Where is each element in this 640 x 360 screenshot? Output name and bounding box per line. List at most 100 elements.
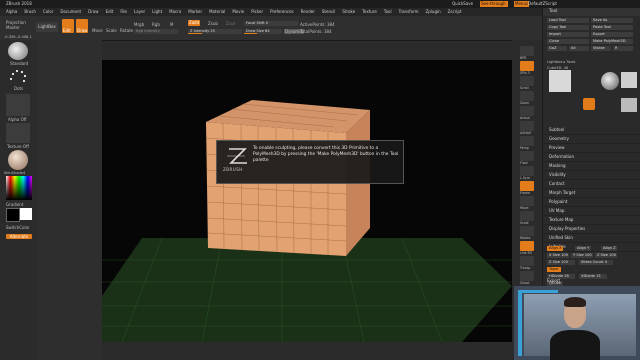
align-x-button[interactable]: Align X: [547, 246, 563, 251]
menu-document[interactable]: Document: [60, 9, 81, 14]
y-size-slider[interactable]: Y Size 100: [571, 253, 593, 258]
submenu-visibility[interactable]: Visibility: [543, 171, 640, 180]
projection-master-button[interactable]: Projection Master: [6, 20, 30, 30]
submenu-morph-target[interactable]: Morph Target: [543, 189, 640, 198]
focal-shift-slider[interactable]: Focal Shift 0: [244, 21, 298, 26]
shelf-frame-button[interactable]: Frame: [520, 181, 534, 195]
tool-export-button[interactable]: Export: [591, 32, 633, 37]
current-tool-thumb[interactable]: [549, 70, 571, 92]
menu-macro[interactable]: Macro: [169, 9, 181, 14]
polymesh-thumb[interactable]: [621, 72, 637, 88]
lightbox-button[interactable]: LightBox: [36, 22, 58, 32]
align-y-button[interactable]: Align Y: [575, 246, 591, 251]
see-through-slider[interactable]: See-through: [480, 1, 508, 7]
menu-picker[interactable]: Picker: [251, 9, 263, 14]
dots-stroke-thumb[interactable]: [8, 67, 28, 85]
submenu-display-properties[interactable]: Display Properties: [543, 225, 640, 234]
draw-size-slider[interactable]: Draw Size 64: [244, 29, 282, 34]
vdivide-slider[interactable]: VDivide 13: [579, 274, 607, 279]
menu-preferences[interactable]: Preferences: [270, 9, 294, 14]
shelf-line-fill-button[interactable]: Line Fill: [520, 241, 534, 255]
tool-load-tool-button[interactable]: Load Tool: [547, 18, 589, 23]
slides-count-slider[interactable]: Slides Count 4: [579, 260, 613, 265]
submenu-unified-skin[interactable]: Unified Skin: [543, 234, 640, 243]
texture-thumb[interactable]: [6, 123, 30, 143]
shelf-actual-button[interactable]: Actual: [520, 106, 534, 120]
menu-brush[interactable]: Brush: [24, 9, 36, 14]
shelf-ghost-button[interactable]: Ghost: [520, 271, 534, 285]
submenu-uv-map[interactable]: UV Map: [543, 207, 640, 216]
menu-stroke[interactable]: Stroke: [342, 9, 355, 14]
tool-all-button[interactable]: All: [569, 46, 589, 51]
lightbox-tools-label[interactable]: Lightbox ▸ Tools: [547, 60, 575, 64]
tool-r-button[interactable]: R: [613, 46, 633, 51]
rgb-button[interactable]: Rgb: [152, 22, 160, 27]
secondary-color-swatch[interactable]: [20, 208, 32, 220]
sphere-brush-thumb[interactable]: [601, 72, 619, 90]
menu-marker[interactable]: Marker: [188, 9, 202, 14]
tool-make-polymesh3d-button[interactable]: Make PolyMesh3D: [591, 39, 633, 44]
zadd-button[interactable]: Zadd: [188, 20, 200, 26]
alpha-thumb[interactable]: [6, 94, 30, 116]
menu-tool[interactable]: Tool: [384, 9, 392, 14]
main-color-swatch[interactable]: [6, 208, 20, 222]
zcut-button[interactable]: Zcut: [226, 21, 235, 26]
z-size-slider-2[interactable]: Z Size 100: [547, 260, 575, 265]
viewport-canvas[interactable]: [102, 60, 512, 342]
menu-draw[interactable]: Draw: [88, 9, 98, 14]
simple-brush-thumb[interactable]: [583, 98, 595, 110]
tool-import-button[interactable]: Import: [547, 32, 589, 37]
tool-save-as-button[interactable]: Save As: [591, 18, 633, 23]
m-button[interactable]: M: [170, 22, 173, 27]
alternate-button[interactable]: Alternate: [6, 234, 32, 239]
taper-slider[interactable]: Taper: [547, 267, 561, 272]
submenu-deformation[interactable]: Deformation: [543, 153, 640, 162]
material-thumb[interactable]: [8, 150, 28, 170]
cube-small-thumb[interactable]: [621, 98, 637, 112]
menu-zscript[interactable]: Zscript: [448, 9, 462, 14]
submenu-contact[interactable]: Contact: [543, 180, 640, 189]
tool-paste-tool-button[interactable]: Paste Tool: [591, 25, 633, 30]
shelf-aahalf-button[interactable]: AAHalf: [520, 121, 534, 135]
menu-material[interactable]: Material: [209, 9, 225, 14]
menu-light[interactable]: Light: [152, 9, 162, 14]
align-z-button[interactable]: Align Z: [601, 246, 617, 251]
shelf-rotate-button[interactable]: Rotate: [520, 226, 534, 240]
export-section[interactable]: Export: [547, 278, 560, 283]
tool-goz-button[interactable]: GoZ: [547, 46, 567, 51]
rotate-button[interactable]: Rotate: [120, 28, 133, 33]
menu-edit[interactable]: Edit: [106, 9, 114, 14]
menu-color[interactable]: Color: [43, 9, 53, 14]
shelf-persp-button[interactable]: Persp: [520, 136, 534, 150]
mrgb-button[interactable]: Mrgb: [134, 22, 144, 27]
tool-clone-button[interactable]: Clone: [547, 39, 589, 44]
edit-mode-button[interactable]: Edit: [62, 19, 74, 33]
z-size-slider[interactable]: Z Size 100: [595, 253, 617, 258]
menu-stencil[interactable]: Stencil: [322, 9, 336, 14]
shelf-floor-button[interactable]: Floor: [520, 151, 534, 165]
x-size-slider[interactable]: X Size 100: [547, 253, 569, 258]
standard-brush-thumb[interactable]: [8, 42, 28, 60]
shelf-spix-3-button[interactable]: SPix 3: [520, 61, 534, 75]
menu-file[interactable]: File: [120, 9, 127, 14]
tool-visible-button[interactable]: Visible: [591, 46, 611, 51]
shelf-zoom-button[interactable]: Zoom: [520, 91, 534, 105]
shelf-scroll-button[interactable]: Scroll: [520, 76, 534, 90]
submenu-texture-map[interactable]: Texture Map: [543, 216, 640, 225]
shelf-move-button[interactable]: Move: [520, 196, 534, 210]
move-button[interactable]: Move: [92, 28, 103, 33]
menu-transform[interactable]: Transform: [399, 9, 419, 14]
shelf-l-sym-button[interactable]: L.Sym: [520, 166, 534, 180]
rgb-intensity-slider[interactable]: Rgb Intensity: [134, 29, 178, 34]
default-zscript-button[interactable]: DefaultZScript: [528, 0, 557, 8]
menu-alpha[interactable]: Alpha: [6, 9, 17, 14]
switch-color-label[interactable]: SwitchColor: [6, 225, 30, 230]
submenu-polypaint[interactable]: Polypaint: [543, 198, 640, 207]
menu-movie[interactable]: Movie: [232, 9, 244, 14]
draw-mode-button[interactable]: Draw: [76, 19, 88, 33]
zsub-button[interactable]: Zsub: [208, 21, 218, 26]
submenu-preview[interactable]: Preview: [543, 144, 640, 153]
shelf-transp-button[interactable]: Transp: [520, 256, 534, 270]
submenu-masking[interactable]: Masking: [543, 162, 640, 171]
menu-texture[interactable]: Texture: [362, 9, 377, 14]
